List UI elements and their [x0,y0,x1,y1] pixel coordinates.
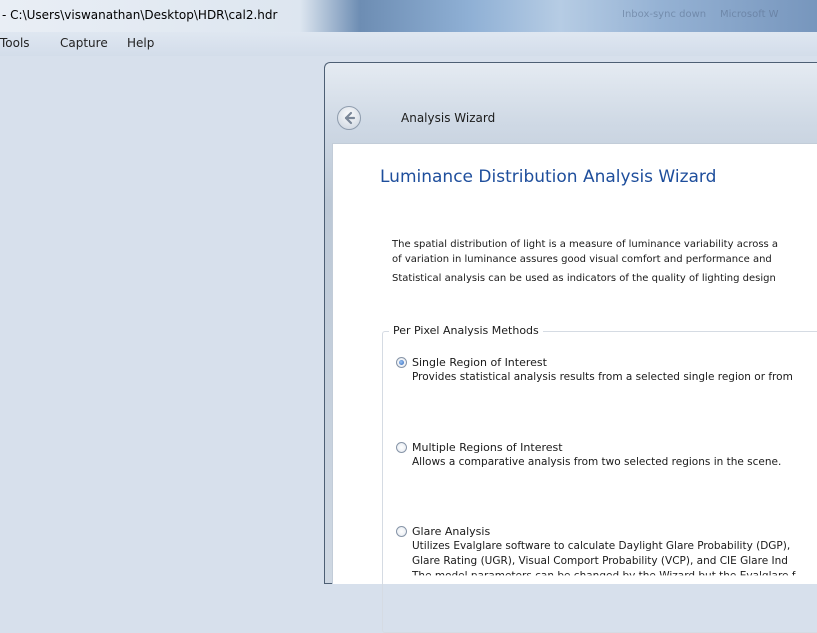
analysis-methods-group: Per Pixel Analysis Methods Single Region… [382,324,817,633]
group-label: Per Pixel Analysis Methods [389,324,543,337]
option-description: Utilizes Evalglare software to calculate… [412,540,791,552]
back-arrow-icon [344,111,356,125]
menu-capture[interactable]: Capture [60,36,108,50]
taskbar-ghost-label: Inbox-sync down [622,9,707,20]
option-description: The model parameters can be changed by t… [412,570,796,582]
option-label[interactable]: Glare Analysis [412,525,490,538]
option-description: Provides statistical analysis results fr… [412,371,793,383]
menu-help[interactable]: Help [127,36,154,50]
menu-tools[interactable]: Tools [0,36,30,50]
option-label[interactable]: Multiple Regions of Interest [412,441,563,454]
intro-text-line: Statistical analysis can be used as indi… [392,273,776,284]
app-title-bar[interactable]: - C:\Users\viswanathan\Desktop\HDR\cal2.… [0,0,817,32]
window-title: - C:\Users\viswanathan\Desktop\HDR\cal2.… [2,8,278,22]
option-label[interactable]: Single Region of Interest [412,356,547,369]
intro-text-line: of variation in luminance assures good v… [392,254,772,265]
radio-multiple-regions[interactable] [396,442,407,453]
wizard-heading: Luminance Distribution Analysis Wizard [380,167,717,187]
radio-single-region[interactable] [396,357,407,368]
radio-glare-analysis[interactable] [396,526,407,537]
back-button[interactable] [337,106,361,130]
menu-bar: Tools Capture Help [0,32,817,56]
wizard-content: Luminance Distribution Analysis Wizard T… [332,143,817,633]
analysis-wizard-window: Analysis Wizard Luminance Distribution A… [324,62,817,633]
option-description: Glare Rating (UGR), Visual Comport Proba… [412,555,788,567]
intro-text-line: The spatial distribution of light is a m… [392,239,779,250]
taskbar-ghost-label: Microsoft W [720,9,779,20]
option-description: Allows a comparative analysis from two s… [412,456,782,468]
wizard-title: Analysis Wizard [401,111,496,125]
